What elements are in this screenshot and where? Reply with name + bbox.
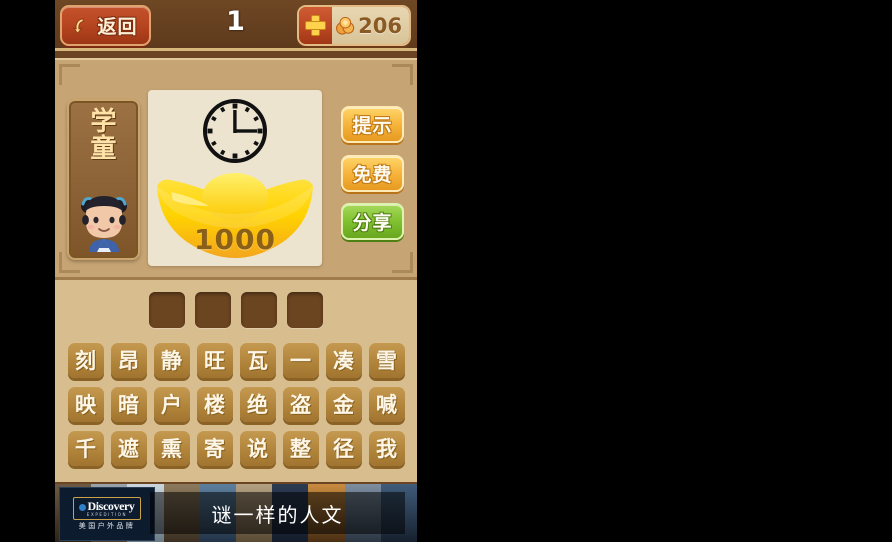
ad-banner[interactable]: Discovery EXPEDITION 美国户外品牌 谜一样的人文	[55, 484, 417, 542]
character-key[interactable]: 刻	[67, 342, 104, 378]
keyboard-row: 刻昂静旺瓦一凑雪	[55, 342, 417, 378]
share-button-label: 分享	[352, 212, 393, 234]
character-key[interactable]: 楼	[196, 386, 233, 422]
character-key[interactable]: 遮	[110, 430, 147, 466]
game-viewport: 返回 1 206 学 童 1000 提示 免费 分享 刻 昂 静 旺 瓦 一 凑…	[55, 0, 417, 542]
corner-ornament-icon	[59, 64, 80, 85]
character-key[interactable]: 户	[153, 386, 190, 422]
character-key[interactable]: 我	[368, 430, 405, 466]
screen-root: 返回 1 206 学 童 1000 提示 免费 分享 刻 昂 静 旺 瓦 一 凑…	[0, 0, 892, 542]
answer-slot[interactable]	[241, 292, 277, 328]
character-key[interactable]: 金	[325, 386, 362, 422]
character-key[interactable]: 整	[282, 430, 319, 466]
puzzle-panel-background: 学 童 1000 提示 免费 分享	[55, 58, 417, 280]
answer-and-keyboard-area: 刻昂静旺瓦一凑雪映暗户楼绝盗金喊千遮熏寄说整径我	[55, 280, 417, 482]
keyboard-row: 映暗户楼绝盗金喊	[55, 386, 417, 422]
coin-counter[interactable]: 206	[297, 5, 411, 46]
character-key[interactable]: 静	[153, 342, 190, 378]
rank-char-1: 学	[90, 107, 117, 137]
ingot-value: 1000	[194, 223, 276, 256]
free-button-label: 免费	[352, 164, 393, 186]
ad-brand-logo: Discovery EXPEDITION 美国户外品牌	[59, 487, 155, 541]
character-key[interactable]: 熏	[153, 430, 190, 466]
keyboard-row: 千遮熏寄说整径我	[55, 430, 417, 466]
rank-plaque[interactable]: 学 童	[67, 99, 140, 260]
top-bar: 返回 1 206	[55, 0, 417, 51]
answer-slot[interactable]	[149, 292, 185, 328]
plus-icon	[306, 16, 326, 35]
free-button[interactable]: 免费	[341, 155, 404, 192]
character-key[interactable]: 映	[67, 386, 104, 422]
puzzle-panel: 学 童 1000 提示 免费 分享	[55, 58, 417, 280]
ad-brand-sub: EXPEDITION	[86, 512, 128, 517]
coin-value-box: 206	[332, 7, 409, 44]
answer-slot-row	[55, 292, 417, 328]
ad-headline-overlay: 谜一样的人文	[150, 492, 405, 534]
character-key[interactable]: 暗	[110, 386, 147, 422]
answer-slot[interactable]	[287, 292, 323, 328]
discovery-logo-icon: Discovery EXPEDITION	[73, 497, 141, 520]
clock-icon	[200, 96, 270, 166]
hint-button[interactable]: 提示	[341, 106, 404, 143]
character-key[interactable]: 绝	[239, 386, 276, 422]
character-key[interactable]: 说	[239, 430, 276, 466]
character-key[interactable]: 凑	[325, 342, 362, 378]
character-key[interactable]: 径	[325, 430, 362, 466]
corner-ornament-icon	[392, 252, 413, 273]
gold-ingot-icon: 1000	[155, 170, 315, 262]
character-key[interactable]: 昂	[110, 342, 147, 378]
ad-brand-cn: 美国户外品牌	[78, 522, 136, 530]
ad-headline: 谜一样的人文	[211, 502, 344, 527]
character-key[interactable]: 喊	[368, 386, 405, 422]
character-key[interactable]: 一	[282, 342, 319, 378]
puzzle-image-card[interactable]: 1000	[148, 90, 322, 266]
corner-ornament-icon	[392, 64, 413, 85]
character-key[interactable]: 雪	[368, 342, 405, 378]
coin-icon	[336, 16, 355, 35]
coin-count: 206	[358, 13, 402, 38]
share-button[interactable]: 分享	[341, 203, 404, 240]
character-key[interactable]: 瓦	[239, 342, 276, 378]
character-key[interactable]: 盗	[282, 386, 319, 422]
character-key[interactable]: 旺	[196, 342, 233, 378]
rank-title: 学 童	[69, 107, 138, 165]
hint-button-label: 提示	[352, 115, 393, 137]
ad-brand-name: Discovery	[79, 500, 135, 512]
character-key[interactable]: 寄	[196, 430, 233, 466]
character-keyboard: 刻昂静旺瓦一凑雪映暗户楼绝盗金喊千遮熏寄说整径我	[55, 342, 417, 474]
scholar-avatar-icon	[75, 190, 133, 252]
add-coins-button[interactable]	[299, 7, 333, 44]
answer-slot[interactable]	[195, 292, 231, 328]
rank-char-2: 童	[90, 134, 117, 165]
character-key[interactable]: 千	[67, 430, 104, 466]
